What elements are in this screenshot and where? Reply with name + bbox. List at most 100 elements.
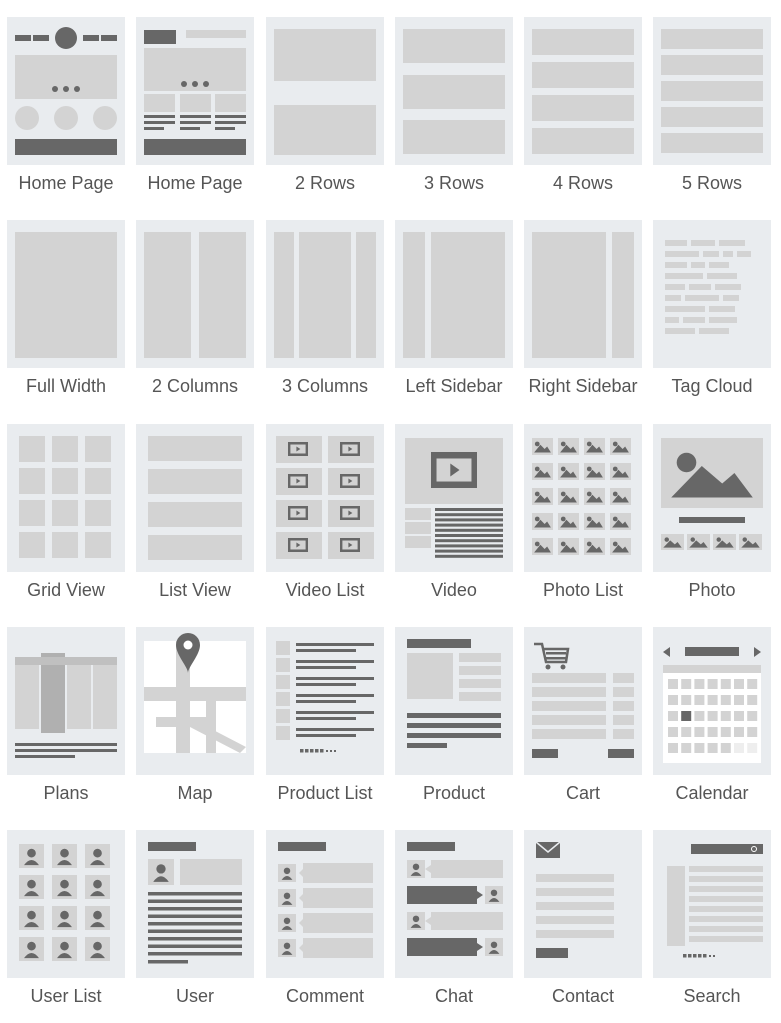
photo-icon (716, 537, 721, 542)
pagination-dot (693, 954, 697, 958)
template-label: Full Width (25, 376, 106, 396)
wireframe-block (405, 508, 431, 520)
wireframe-block (19, 468, 45, 494)
template-label: Comment (285, 986, 365, 1006)
wireframe-left-sidebar-icon (395, 220, 513, 368)
wireframe-block (665, 240, 687, 246)
template-label: 3 Columns (281, 376, 369, 396)
photo-box (558, 513, 579, 530)
template-calendar: Calendar (653, 627, 771, 803)
wireframe-block (407, 639, 471, 648)
template-label: Home Page (18, 173, 114, 193)
calendar-day (720, 711, 731, 721)
wireframe-block (144, 139, 246, 155)
template-product-list: Product List (266, 627, 384, 803)
wireframe-4-rows-icon (524, 17, 642, 165)
wireframe-video-icon (395, 424, 513, 572)
wireframe-block (613, 729, 634, 739)
calendar-day (668, 727, 678, 737)
cart-icon (560, 664, 566, 670)
calendar-day (707, 679, 718, 689)
wireframe-block (296, 717, 356, 720)
template-label: List View (159, 580, 231, 600)
wireframe-block (276, 709, 290, 723)
wireframe-5-rows-icon (653, 17, 771, 165)
template-label: User List (30, 986, 102, 1006)
wireframe-block (532, 729, 606, 739)
calendar-day (734, 695, 744, 705)
photo-box (558, 488, 579, 505)
wireframe-block (148, 436, 242, 461)
photo-box (610, 488, 631, 505)
wireframe-block (407, 723, 501, 728)
wireframe-product-list-icon (266, 627, 384, 775)
wireframe-block (689, 936, 763, 942)
photo-box (584, 438, 605, 455)
template-label: Grid View (27, 580, 105, 600)
person-icon (490, 941, 498, 949)
template-map: Map (136, 627, 254, 803)
wireframe-block (459, 666, 501, 675)
calendar-day (694, 743, 705, 753)
wireframe-block (15, 35, 31, 41)
photo-icon (742, 537, 747, 542)
person-icon (27, 941, 36, 951)
calendar-day (668, 679, 678, 689)
wireframe-block (63, 86, 69, 92)
wireframe-block (15, 657, 39, 729)
wireframe-block (407, 713, 501, 718)
pagination-dot (683, 954, 687, 958)
wireframe-block (536, 902, 614, 910)
template-label: Chat (434, 986, 474, 1006)
photo-box (532, 463, 553, 480)
wireframe-block (296, 700, 356, 703)
template-5-rows: 5 Rows (653, 17, 771, 193)
wireframe-block (215, 115, 246, 118)
wireframe-block (52, 436, 78, 462)
photo-icon (612, 441, 618, 447)
wireframe-block (276, 692, 290, 706)
wireframe-block (665, 284, 685, 290)
wireframe-block (532, 29, 634, 55)
template-label: Photo List (542, 580, 624, 600)
photo-icon (612, 491, 618, 497)
wireframe-comment-icon (266, 830, 384, 978)
wireframe-block (85, 532, 111, 558)
wireframe-block (703, 251, 719, 257)
template-label: Calendar (675, 783, 749, 803)
calendar-day (720, 695, 731, 705)
wireframe-block (715, 284, 741, 290)
wireframe-block (689, 896, 763, 902)
wireframe-video-list-icon (266, 424, 384, 572)
calendar-day (681, 695, 692, 705)
wireframe-block (661, 107, 763, 127)
template-right-sidebar: Right Sidebar (524, 220, 642, 396)
wireframe-block (148, 502, 242, 527)
wireframe-block (15, 106, 39, 130)
wireframe-block (148, 469, 242, 494)
wireframe-block (407, 886, 477, 904)
wireframe-block (737, 251, 751, 257)
photo-icon (586, 466, 592, 472)
wireframe-block (613, 687, 634, 697)
photo-box (532, 513, 553, 530)
wireframe-block (303, 888, 373, 908)
template-user-list: User List (7, 830, 125, 1006)
wireframe-block (689, 916, 763, 922)
photo-box (532, 488, 553, 505)
template-label: Search (683, 986, 741, 1006)
wireframe-block (148, 842, 196, 851)
calendar-day (707, 695, 718, 705)
wireframe-block (148, 922, 242, 926)
photo-box (610, 438, 631, 455)
wireframe-block (303, 938, 373, 958)
wireframe-block (407, 842, 455, 851)
template-grid-view: Grid View (7, 424, 125, 600)
calendar-day (694, 695, 705, 705)
photo-icon (534, 466, 540, 472)
wireframe-block (691, 240, 715, 246)
wireframe-contact-icon (524, 830, 642, 978)
wireframe-block (180, 127, 200, 130)
template-label: Product (422, 783, 486, 803)
wireframe-map-icon (136, 627, 254, 775)
